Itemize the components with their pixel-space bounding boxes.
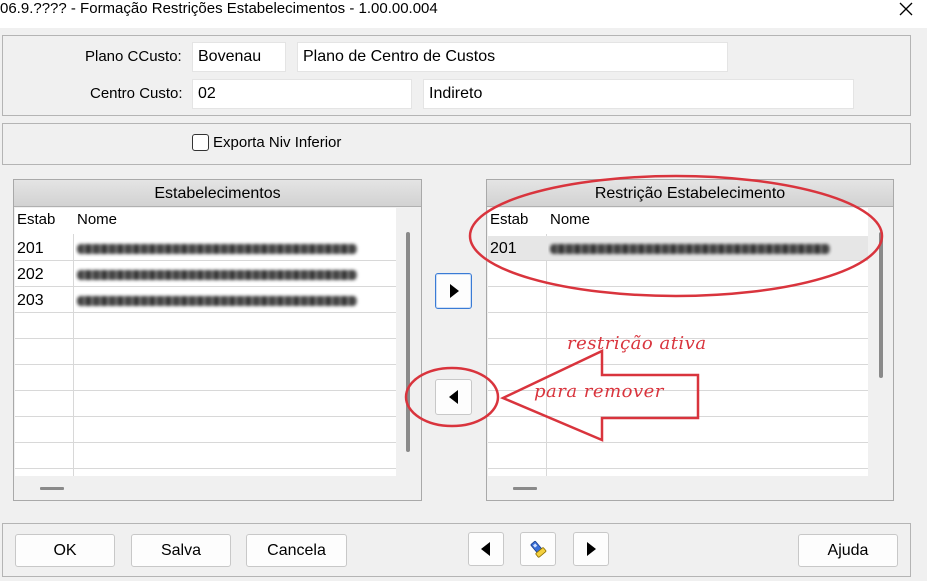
- plano-label: Plano CCusto:: [85, 48, 182, 65]
- add-restriction-button[interactable]: [435, 273, 472, 309]
- col-nome[interactable]: Nome: [75, 208, 117, 232]
- exporta-label: Exporta Niv Inferior: [213, 134, 342, 151]
- estab-cell: 201: [17, 240, 44, 257]
- previous-record-button[interactable]: [468, 532, 504, 566]
- nome-cell-redacted: [75, 288, 375, 313]
- triangle-left-icon: [481, 542, 490, 556]
- title-bar: 06.9.???? - Formação Restrições Estabele…: [0, 0, 927, 28]
- next-record-button[interactable]: [573, 532, 609, 566]
- left-horizontal-scrollbar[interactable]: [40, 487, 64, 490]
- salva-button[interactable]: Salva: [131, 534, 231, 567]
- annotation-remove-text: para remover: [534, 381, 664, 402]
- flashlight-icon: [530, 540, 547, 558]
- close-button[interactable]: [891, 0, 921, 20]
- cancela-button[interactable]: Cancela: [246, 534, 347, 567]
- centro-desc-field: Indireto: [423, 79, 854, 109]
- estabelecimentos-list: Estabelecimentos Estab Nome 201 202 203: [13, 179, 422, 501]
- exporta-checkbox[interactable]: [192, 134, 209, 151]
- col-estab[interactable]: Estab: [15, 208, 55, 232]
- search-button[interactable]: [520, 532, 556, 566]
- window-title: 06.9.???? - Formação Restrições Estabele…: [0, 0, 438, 17]
- nome-cell-redacted: [548, 236, 848, 261]
- plano-code-field[interactable]: Bovenau: [192, 42, 286, 72]
- table-row-selected[interactable]: 201: [488, 236, 868, 261]
- exporta-checkbox-row[interactable]: Exporta Niv Inferior: [192, 134, 341, 151]
- right-horizontal-scrollbar[interactable]: [513, 487, 537, 490]
- footer-group: OK Salva Cancela Ajuda: [2, 523, 911, 577]
- left-vertical-scrollbar[interactable]: [406, 232, 410, 452]
- centro-label: Centro Custo:: [90, 85, 183, 102]
- triangle-left-icon: [448, 390, 458, 404]
- nome-cell-redacted: [75, 262, 375, 287]
- annotation-active-text: restrição ativa: [567, 333, 707, 354]
- header-group: Plano CCusto: Bovenau Plano de Centro de…: [2, 35, 911, 116]
- plano-desc-field: Plano de Centro de Custos: [297, 42, 728, 72]
- restricao-header: Restrição Estabelecimento: [487, 180, 893, 207]
- close-icon: [899, 2, 913, 16]
- table-row[interactable]: 201: [15, 236, 396, 261]
- dialog-body: Plano CCusto: Bovenau Plano de Centro de…: [0, 28, 927, 581]
- nome-cell-redacted: [75, 236, 375, 261]
- options-group: Exporta Niv Inferior: [2, 123, 911, 165]
- estab-cell: 201: [490, 240, 517, 257]
- right-vertical-scrollbar[interactable]: [879, 232, 883, 378]
- col-nome[interactable]: Nome: [548, 208, 590, 232]
- table-row[interactable]: 203: [15, 288, 396, 313]
- estabelecimentos-grid[interactable]: Estab Nome 201 202 203: [15, 208, 396, 476]
- remove-restriction-button[interactable]: [435, 379, 472, 415]
- col-estab[interactable]: Estab: [488, 208, 528, 232]
- estab-cell: 203: [17, 292, 44, 309]
- triangle-right-icon: [587, 542, 596, 556]
- centro-code-field[interactable]: 02: [192, 79, 412, 109]
- ajuda-button[interactable]: Ajuda: [798, 534, 898, 567]
- ok-button[interactable]: OK: [15, 534, 115, 567]
- table-row[interactable]: 202: [15, 262, 396, 287]
- triangle-right-icon: [449, 284, 459, 298]
- estabelecimentos-header: Estabelecimentos: [14, 180, 421, 207]
- estab-cell: 202: [17, 266, 44, 283]
